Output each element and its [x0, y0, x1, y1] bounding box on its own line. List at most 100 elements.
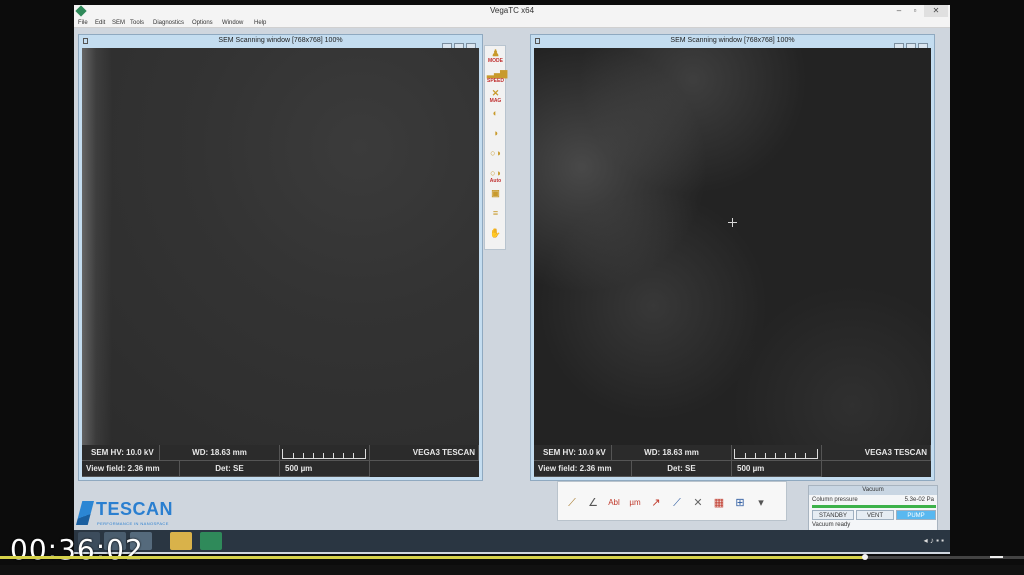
- volume-slider[interactable]: [990, 555, 1014, 559]
- auto-brightness-contrast-icon-glyph: ○◑: [490, 168, 501, 178]
- menu-file[interactable]: File: [78, 18, 88, 28]
- dropdown-icon[interactable]: ▾: [753, 496, 769, 510]
- scale-bar: [280, 445, 370, 461]
- delete-tool-icon[interactable]: ✕: [690, 496, 706, 510]
- magnification-icon[interactable]: ✕ MAG: [487, 89, 504, 105]
- pump-button[interactable]: PUMP: [896, 510, 936, 520]
- wobbler-icon-glyph: ▣: [491, 188, 500, 198]
- crosshair-cursor: [728, 218, 737, 227]
- angle-icon[interactable]: ∠: [585, 496, 601, 510]
- hv-readout: SEM HV: 10.0 kV: [82, 445, 160, 461]
- brand-label: VEGA3 TESCAN: [370, 445, 479, 461]
- minimize-button[interactable]: –: [892, 5, 906, 17]
- image-overlay-icon[interactable]: ⊞: [732, 496, 748, 510]
- speed-icon-label: SPEED: [487, 78, 504, 84]
- auto-brightness-contrast-icon-label: Auto: [489, 178, 502, 184]
- brightness-contrast-icon-glyph: ○◑: [490, 148, 501, 158]
- stigmator-icon[interactable]: ◑: [487, 129, 504, 145]
- vegatc-icon[interactable]: [200, 532, 222, 550]
- ruler-icon[interactable]: ⟋: [564, 496, 580, 510]
- magnification-icon-label: MAG: [489, 98, 502, 104]
- scan-window-title: SEM Scanning window [768x768] 100%: [670, 37, 795, 44]
- column-pressure-value: 5.3e-02 Pa: [904, 497, 934, 503]
- menu-sem[interactable]: SEM: [112, 18, 125, 28]
- close-button[interactable]: ✕: [924, 5, 948, 17]
- scan-window-controls: [440, 37, 478, 50]
- hand-tool-icon-glyph: ✋: [489, 228, 502, 238]
- logo-tagline: PERFORMANCE IN NANOSPACE: [97, 521, 169, 526]
- folder-icon[interactable]: [170, 532, 192, 550]
- focus-icon-glyph: ◐: [492, 108, 499, 118]
- brightness-contrast-icon[interactable]: ○◑: [487, 149, 504, 165]
- image-info-bar: SEM HV: 10.0 kV WD: 18.63 mm View field:…: [82, 445, 479, 477]
- menu-tools[interactable]: Tools: [130, 18, 144, 28]
- scale-label: 500 µm: [280, 461, 370, 477]
- scan-window-title: SEM Scanning window [768x768] 100%: [218, 37, 343, 44]
- detector-readout: Det: SE: [180, 461, 280, 477]
- brand-label: VEGA3 TESCAN: [822, 445, 931, 461]
- vacuum-level-bar: [812, 505, 936, 508]
- speed-icon-glyph: ▂▄▆: [487, 68, 508, 78]
- vacuum-panel: Vacuum Column pressure 5.3e-02 Pa STANDB…: [808, 485, 938, 531]
- app-title: VegaTC x64: [489, 6, 535, 15]
- wd-readout: WD: 18.63 mm: [160, 445, 280, 461]
- scale-label: 500 µm: [732, 461, 822, 477]
- scan-window-left: SEM Scanning window [768x768] 100% SEM H…: [78, 34, 483, 481]
- view-field-readout: View field: 2.36 mm: [534, 461, 632, 477]
- menu-bar: File Edit SEM Tools Diagnostics Options …: [74, 18, 950, 28]
- vacuum-panel-title: Vacuum: [809, 486, 937, 495]
- standby-button[interactable]: STANDBY: [812, 510, 854, 520]
- annotation-palette: ⟋ ∠ Abl µm ↗ ⟋ ✕ ▦ ⊞ ▾: [557, 481, 787, 521]
- beam-settings-icon-glyph: ≡: [492, 208, 499, 218]
- maximize-button[interactable]: ▫: [908, 5, 922, 17]
- taskbar: ◂ ♪ ▪ ▪: [74, 530, 950, 552]
- vacuum-status: Vacuum ready: [812, 522, 851, 528]
- arrow-tool-icon[interactable]: ↗: [648, 496, 664, 510]
- text-tool-icon[interactable]: Abl: [606, 496, 622, 510]
- grid-tool-icon[interactable]: ▦: [711, 496, 727, 510]
- sem-image[interactable]: [82, 48, 479, 445]
- mode-icon-glyph: ♟: [491, 48, 500, 58]
- focus-icon[interactable]: ◐: [487, 109, 504, 125]
- vent-button[interactable]: VENT: [856, 510, 894, 520]
- screen: VegaTC x64 – ▫ ✕ File Edit SEM Tools Dia…: [0, 0, 1024, 575]
- wd-readout: WD: 18.63 mm: [612, 445, 732, 461]
- auto-brightness-contrast-icon[interactable]: ○◑ Auto: [487, 169, 504, 185]
- wobbler-icon[interactable]: ▣: [487, 189, 504, 205]
- app-window: VegaTC x64 – ▫ ✕ File Edit SEM Tools Dia…: [74, 5, 950, 554]
- logo-word: TESCAN: [96, 499, 174, 519]
- logo-mark-icon: [76, 501, 94, 525]
- hv-readout: SEM HV: 10.0 kV: [534, 445, 612, 461]
- scale-label-icon[interactable]: µm: [627, 496, 643, 510]
- mode-icon-label: MODE: [488, 58, 503, 64]
- volume-fill: [990, 556, 1003, 558]
- imaging-toolbar: ♟ MODE ▂▄▆ SPEED ✕ MAG ◐ ◑ ○◑ ○◑ Auto ▣ ≡ ✋: [484, 45, 508, 250]
- line-tool-icon[interactable]: ⟋: [669, 496, 685, 510]
- scan-window-controls: [892, 37, 930, 50]
- speed-icon[interactable]: ▂▄▆ SPEED: [487, 68, 508, 85]
- column-pressure-label: Column pressure: [812, 497, 858, 503]
- menu-diagnostics[interactable]: Diagnostics: [153, 18, 184, 28]
- magnification-icon-glyph: ✕: [491, 88, 500, 98]
- sem-image[interactable]: [534, 48, 931, 445]
- menu-options[interactable]: Options: [192, 18, 213, 28]
- stigmator-icon-glyph: ◑: [492, 128, 499, 138]
- player-controls: [0, 565, 1024, 575]
- scan-window-right: SEM Scanning window [768x768] 100% SEM H…: [530, 34, 935, 481]
- view-field-readout: View field: 2.36 mm: [82, 461, 180, 477]
- system-tray[interactable]: ◂ ♪ ▪ ▪: [924, 536, 944, 545]
- menu-help[interactable]: Help: [254, 18, 266, 28]
- video-progress-knob[interactable]: [862, 554, 868, 560]
- detector-readout: Det: SE: [632, 461, 732, 477]
- tescan-logo: TESCAN PERFORMANCE IN NANOSPACE: [76, 499, 184, 531]
- beam-settings-icon[interactable]: ≡: [487, 209, 504, 225]
- video-progress-fill: [0, 556, 865, 559]
- scale-bar: [732, 445, 822, 461]
- image-info-bar: SEM HV: 10.0 kV WD: 18.63 mm View field:…: [534, 445, 931, 477]
- hand-tool-icon[interactable]: ✋: [487, 229, 504, 245]
- mode-icon[interactable]: ♟ MODE: [487, 49, 504, 65]
- title-bar: VegaTC x64 – ▫ ✕: [74, 5, 950, 18]
- video-timestamp: 00:36:02: [10, 533, 144, 566]
- menu-edit[interactable]: Edit: [95, 18, 105, 28]
- menu-window[interactable]: Window: [222, 18, 243, 28]
